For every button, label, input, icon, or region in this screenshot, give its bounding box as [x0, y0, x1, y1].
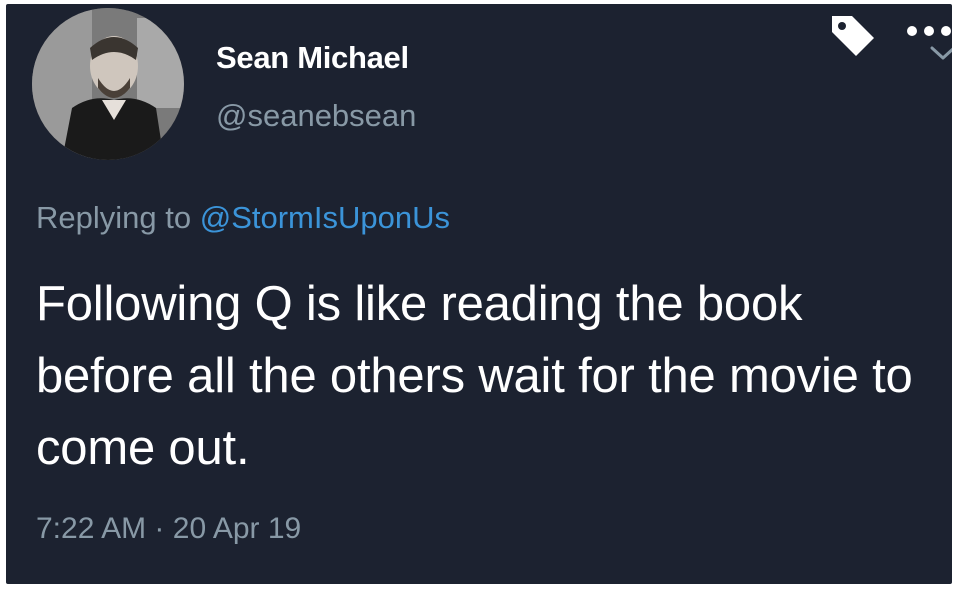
avatar-photo: [32, 8, 184, 160]
replying-prefix: Replying to: [36, 200, 192, 235]
replying-to-line: Replying to @StormIsUponUs: [36, 200, 450, 236]
tag-icon[interactable]: [828, 12, 878, 58]
tweet-card: Sean Michael @seanebsean Replying to @St…: [6, 4, 952, 584]
author-handle[interactable]: @seanebsean: [216, 98, 416, 134]
tweet-text: Following Q is like reading the book bef…: [36, 277, 913, 475]
more-dots-icon[interactable]: [902, 20, 952, 42]
avatar[interactable]: [32, 8, 184, 160]
timestamp-separator: ·: [154, 512, 165, 545]
tweet-date: 20 Apr 19: [172, 512, 302, 545]
replying-to-mention-link[interactable]: @StormIsUponUs: [200, 200, 450, 235]
tweet-time: 7:22 AM: [36, 512, 147, 545]
author-name[interactable]: Sean Michael: [216, 40, 409, 76]
tweet-timestamp[interactable]: 7:22 AM · 20 Apr 19: [36, 512, 301, 546]
chevron-down-icon[interactable]: [928, 44, 952, 62]
